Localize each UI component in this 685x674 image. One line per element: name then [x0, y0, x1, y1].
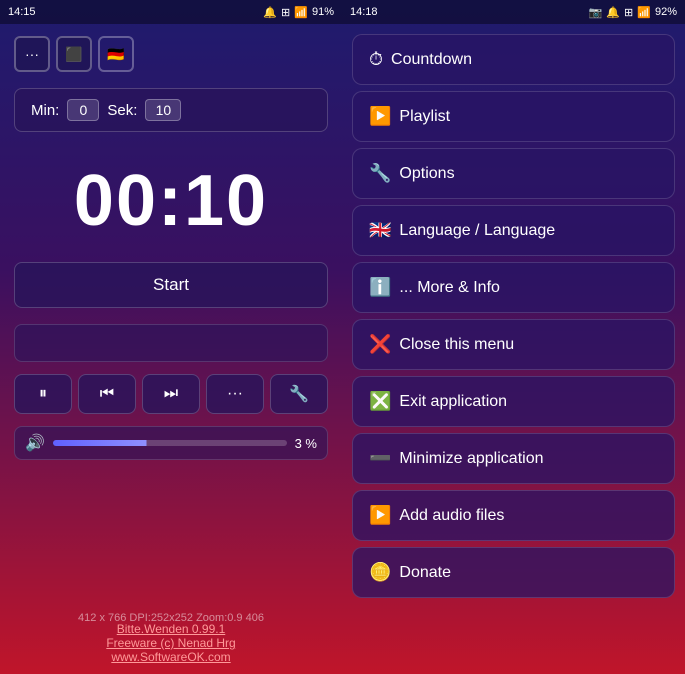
left-status-bar: 14:15 🔔 ⊞ 📶 91% [0, 0, 342, 24]
footer-line1[interactable]: Bitte.Wenden 0.99.1 [0, 622, 342, 636]
menu-language[interactable]: 🇬🇧 Language / Language [352, 205, 675, 256]
menu-options-icon: 🔧 [369, 163, 391, 184]
menu-countdown-label: Countdown [391, 51, 472, 69]
flag-icon: 🇩🇪 [107, 46, 124, 63]
menu-minimize[interactable]: ➖ Minimize application [352, 433, 675, 484]
volume-slider[interactable] [53, 440, 287, 446]
menu-list: ⏱ Countdown ▶️ Playlist 🔧 Options 🇬🇧 Language /… [342, 24, 685, 674]
start-button[interactable]: Start [14, 262, 328, 308]
menu-close[interactable]: ❌ Close this menu [352, 319, 675, 370]
flag-button[interactable]: 🇩🇪 [98, 36, 134, 72]
menu-options-label: Options [399, 165, 454, 183]
more-icon: ··· [25, 46, 39, 62]
footer-links: Bitte.Wenden 0.99.1 Freeware (c) Nenad H… [0, 622, 342, 664]
right-panel: 14:18 📷 🔔 ⊞ 📶 92% ⏱ Countdown ▶️ Playlist 🔧 O… [342, 0, 685, 674]
menu-more-info-icon: ℹ️ [369, 277, 391, 298]
menu-minimize-icon: ➖ [369, 448, 391, 469]
menu-exit-icon: ❎ [369, 391, 391, 412]
min-input[interactable] [67, 99, 99, 121]
big-timer: 00:10 [0, 140, 342, 252]
min-label: Min: [31, 102, 59, 119]
next-button[interactable]: ⏭ [142, 374, 200, 414]
menu-donate[interactable]: 🪙 Donate [352, 547, 675, 598]
screen-icon-btn: ⬛ [65, 46, 82, 63]
menu-playlist[interactable]: ▶️ Playlist [352, 91, 675, 142]
left-time: 14:15 [8, 6, 36, 18]
signal-icon: 📶 [294, 6, 308, 19]
screen2-icon: ⊞ [624, 6, 633, 19]
camera-icon: 📷 [589, 6, 603, 19]
menu-language-icon: 🇬🇧 [369, 220, 391, 241]
sek-input[interactable] [145, 99, 181, 121]
top-buttons-row: ··· ⬛ 🇩🇪 [0, 24, 342, 80]
more-button[interactable]: ··· [14, 36, 50, 72]
menu-countdown-icon: ⏱ [369, 49, 383, 70]
min-sek-row: Min: Sek: [14, 88, 328, 132]
volume-icon: 🔊 [25, 433, 45, 453]
menu-close-icon: ❌ [369, 334, 391, 355]
ctrl-more-icon: ··· [227, 385, 243, 403]
screen-button[interactable]: ⬛ [56, 36, 92, 72]
settings-icon: 🔧 [289, 384, 309, 404]
settings-button[interactable]: 🔧 [270, 374, 328, 414]
pause-icon: ⏸ [39, 385, 47, 403]
menu-playlist-icon: ▶️ [369, 106, 391, 127]
footer-line2[interactable]: Freeware (c) Nenad Hrg [0, 636, 342, 650]
prev-icon: ⏮ [100, 385, 114, 403]
notif-icon: 🔔 [606, 6, 620, 19]
sek-label: Sek: [107, 102, 137, 119]
menu-language-label: Language / Language [399, 222, 555, 240]
menu-close-label: Close this menu [399, 336, 514, 354]
menu-playlist-label: Playlist [399, 108, 450, 126]
menu-options[interactable]: 🔧 Options [352, 148, 675, 199]
signal2-icon: 📶 [637, 6, 651, 19]
prev-button[interactable]: ⏮ [78, 374, 136, 414]
empty-bar [14, 324, 328, 362]
menu-more-info[interactable]: ℹ️ ... More & Info [352, 262, 675, 313]
menu-donate-icon: 🪙 [369, 562, 391, 583]
pause-button[interactable]: ⏸ [14, 374, 72, 414]
battery-right: 92% [655, 6, 677, 18]
right-status-icons: 📷 🔔 ⊞ 📶 92% [589, 6, 677, 19]
left-status-icons: 🔔 ⊞ 📶 91% [263, 6, 334, 19]
menu-add-audio[interactable]: ▶️ Add audio files [352, 490, 675, 541]
menu-add-audio-label: Add audio files [399, 507, 504, 525]
menu-minimize-label: Minimize application [399, 450, 543, 468]
volume-pct: 3 % [295, 436, 317, 451]
screen-icon: ⊞ [281, 6, 290, 19]
menu-add-audio-icon: ▶️ [369, 505, 391, 526]
right-time: 14:18 [350, 6, 378, 18]
right-status-bar: 14:18 📷 🔔 ⊞ 📶 92% [342, 0, 685, 24]
controls-row: ⏸ ⏮ ⏭ ··· 🔧 [14, 374, 328, 414]
menu-donate-label: Donate [399, 564, 451, 582]
menu-exit-label: Exit application [399, 393, 507, 411]
battery-left: 91% [312, 6, 334, 18]
notification-icon: 🔔 [263, 6, 277, 19]
volume-row: 🔊 3 % [14, 426, 328, 460]
menu-exit[interactable]: ❎ Exit application [352, 376, 675, 427]
left-panel: 14:15 🔔 ⊞ 📶 91% ··· ⬛ 🇩🇪 Min: Sek: 00:10… [0, 0, 342, 674]
menu-countdown[interactable]: ⏱ Countdown [352, 34, 675, 85]
footer-line3[interactable]: www.SoftwareOK.com [0, 650, 342, 664]
next-icon: ⏭ [164, 385, 178, 403]
menu-more-info-label: ... More & Info [399, 279, 499, 297]
ctrl-more-button[interactable]: ··· [206, 374, 264, 414]
